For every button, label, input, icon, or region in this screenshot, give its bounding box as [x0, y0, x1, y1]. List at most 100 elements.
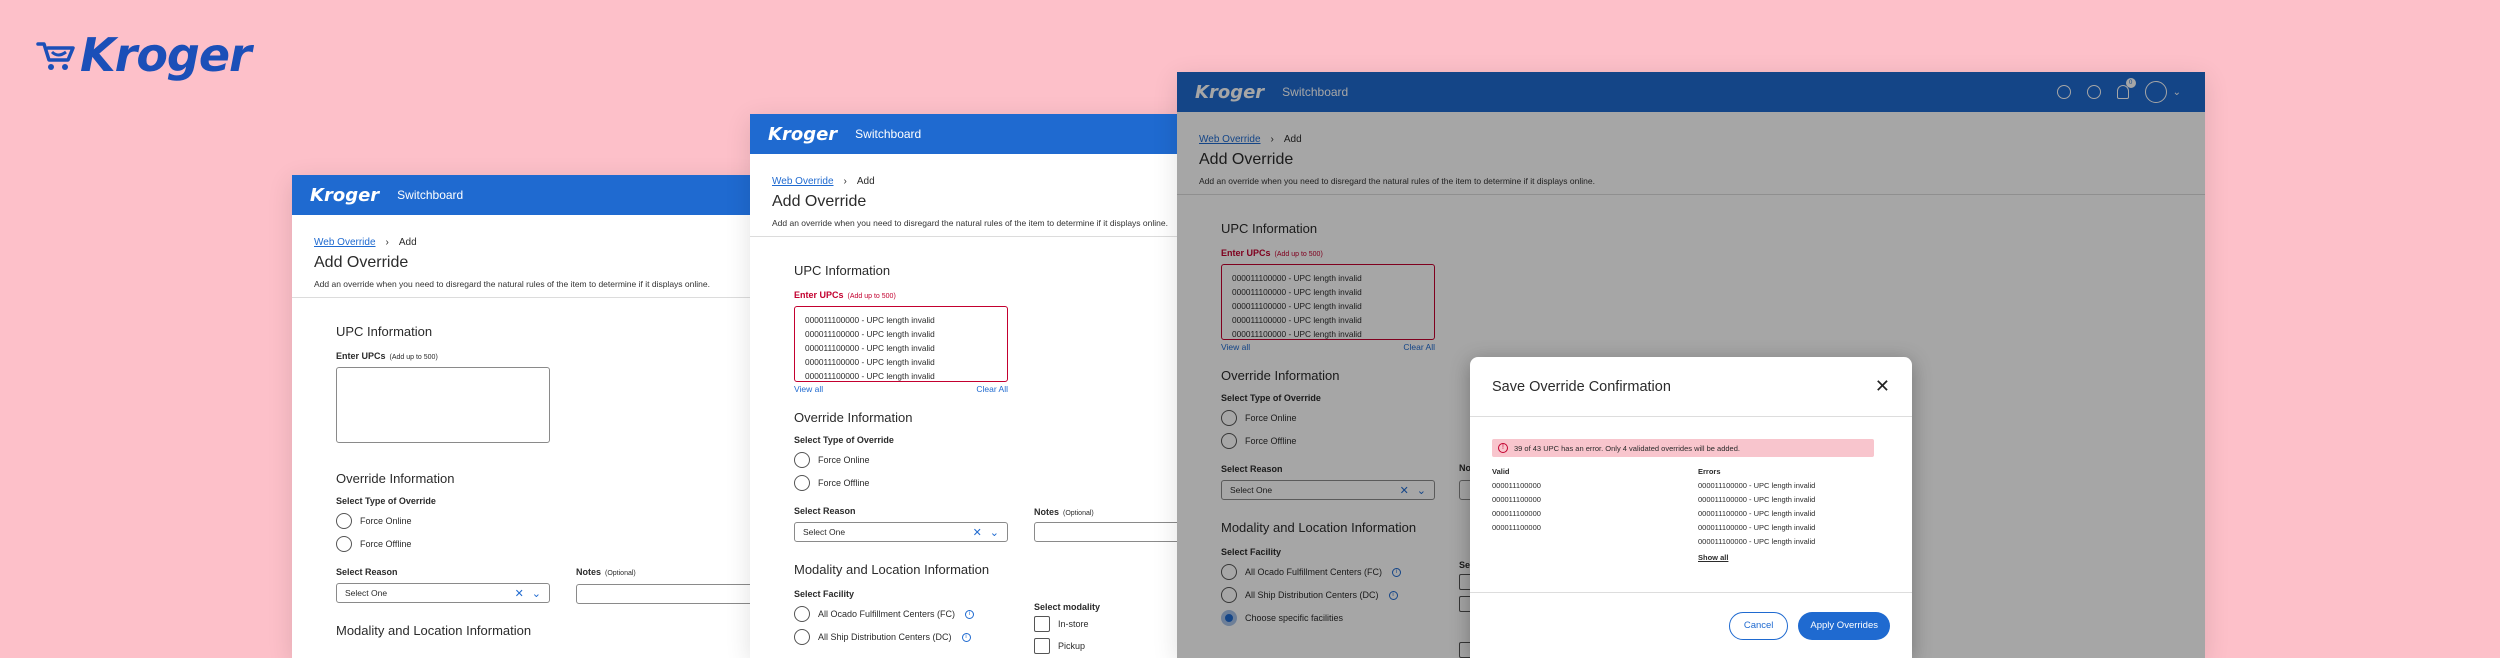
show-all-link[interactable]: Show all — [1698, 551, 1815, 565]
cancel-button[interactable]: Cancel — [1728, 611, 1789, 640]
header-logo: Kroger — [310, 184, 380, 206]
page-description: Add an override when you need to disrega… — [314, 279, 710, 289]
page-description: Add an override when you need to disrega… — [772, 218, 1168, 228]
modal-footer: Cancel Apply Overrides — [1470, 592, 1912, 658]
reason-label: Select Reason — [336, 567, 398, 577]
modality-section-title: Modality and Location Information — [794, 562, 990, 577]
modal-title: Save Override Confirmation — [1492, 378, 1671, 395]
error-alert: ! 39 of 43 UPC has an error. Only 4 vali… — [1492, 439, 1874, 457]
reason-label: Select Reason — [794, 506, 856, 516]
errors-header: Errors — [1698, 467, 1721, 476]
app-header: Kroger Switchboard — [292, 175, 758, 215]
override-section-title: Override Information — [794, 410, 913, 425]
kroger-logo: Kroger — [36, 28, 252, 82]
save-override-modal: Save Override Confirmation ✕ ! 39 of 43 … — [1470, 357, 1912, 658]
info-icon[interactable]: i — [965, 609, 975, 619]
app-header: Kroger Switchboard — [750, 114, 1190, 154]
upc-error-line: 000011100000 - UPC length invalid — [805, 329, 935, 339]
clear-icon[interactable]: ✕ — [973, 526, 982, 539]
upc-error-line: 000011100000 - UPC length invalid — [805, 357, 935, 367]
upc-error-line: 000011100000 - UPC length invalid — [805, 343, 935, 353]
view-all-link[interactable]: View all — [794, 384, 823, 394]
valid-item: 000011100000 — [1492, 495, 1541, 504]
checkbox-icon — [1034, 616, 1050, 632]
radio-ocado[interactable]: All Ocado Fulfillment Centers (FC) i — [794, 605, 1168, 623]
notes-label: Notes (Optional) — [1034, 507, 1094, 517]
override-section-title: Override Information — [336, 471, 455, 486]
alert-text: 39 of 43 UPC has an error. Only 4 valida… — [1514, 443, 1740, 453]
checkbox-icon — [1034, 638, 1050, 654]
chevron-right-icon: › — [385, 237, 389, 248]
error-item: 000011100000 - UPC length invalid — [1698, 509, 1816, 518]
app-title: Switchboard — [397, 188, 464, 202]
valid-item: 000011100000 — [1492, 481, 1541, 490]
upc-label: Enter UPCs (Add up to 500) — [794, 290, 896, 300]
radio-icon — [794, 606, 810, 622]
upc-error-line: 000011100000 - UPC length invalid — [805, 371, 935, 381]
app-title: Switchboard — [855, 127, 922, 141]
error-item: 000011100000 - UPC length invalid — [1698, 495, 1816, 504]
error-item: 000011100000 - UPC length invalid — [1698, 481, 1816, 490]
upc-section-title: UPC Information — [336, 324, 433, 339]
info-icon[interactable]: i — [961, 632, 971, 642]
window-error: Kroger Switchboard Web Override › Add Ad… — [750, 114, 1190, 658]
radio-force-offline[interactable]: Force Offline — [794, 474, 1168, 492]
override-type-label: Select Type of Override — [794, 435, 894, 445]
notes-input[interactable] — [576, 584, 758, 604]
breadcrumb-current: Add — [856, 176, 875, 187]
radio-ship-dc[interactable]: All Ship Distribution Centers (DC) i — [794, 628, 1168, 646]
page-title: Add Override — [314, 254, 409, 271]
breadcrumb: Web Override › Add — [772, 176, 1168, 187]
breadcrumb: Web Override › Add — [314, 237, 736, 248]
errors-column: Errors 000011100000 - UPC length invalid… — [1698, 465, 1815, 565]
upc-error-line: 000011100000 - UPC length invalid — [805, 315, 935, 325]
cart-icon — [36, 42, 75, 70]
override-type-label: Select Type of Override — [336, 496, 436, 506]
upc-actions: View all Clear All — [794, 384, 1008, 394]
upc-section-title: UPC Information — [794, 263, 891, 278]
page-title: Add Override — [772, 193, 867, 210]
radio-icon — [794, 475, 810, 491]
divider — [292, 297, 758, 298]
upc-label: Enter UPCs (Add up to 500) — [336, 351, 438, 361]
checkbox-pickup[interactable]: Pickup — [1034, 638, 1085, 654]
breadcrumb-current: Add — [398, 237, 417, 248]
alert-icon: ! — [1498, 443, 1508, 453]
divider — [750, 236, 1190, 237]
notes-label: Notes (Optional) — [576, 567, 636, 577]
checkbox-in-store[interactable]: In-store — [1034, 616, 1089, 632]
close-icon[interactable]: ✕ — [1875, 376, 1890, 397]
clear-icon[interactable]: ✕ — [515, 587, 524, 600]
error-item: 000011100000 - UPC length invalid — [1698, 537, 1816, 546]
radio-icon — [336, 536, 352, 552]
radio-force-online[interactable]: Force Online — [336, 512, 736, 530]
radio-icon — [794, 629, 810, 645]
reason-select[interactable]: Select One ✕ ⌄ — [794, 522, 1008, 542]
facility-label: Select Facility — [794, 589, 855, 599]
notes-input[interactable] — [1034, 522, 1190, 542]
upc-input[interactable]: 000011100000 - UPC length invalid 000011… — [794, 306, 1008, 382]
valid-item: 000011100000 — [1492, 509, 1541, 518]
valid-header: Valid — [1492, 467, 1510, 476]
window-initial: Kroger Switchboard Web Override › Add Ad… — [292, 175, 758, 658]
reason-select[interactable]: Select One ✕ ⌄ — [336, 583, 550, 603]
logo-text: Kroger — [80, 28, 252, 82]
radio-force-online[interactable]: Force Online — [794, 451, 1168, 469]
radio-icon — [336, 513, 352, 529]
header-logo: Kroger — [768, 123, 838, 145]
valid-item: 000011100000 — [1492, 523, 1541, 532]
valid-column: Valid 000011100000 000011100000 00001110… — [1492, 465, 1698, 565]
chevron-right-icon: › — [843, 176, 847, 187]
modality-label: Select modality — [1034, 602, 1101, 612]
upc-input[interactable] — [336, 367, 550, 443]
error-item: 000011100000 - UPC length invalid — [1698, 523, 1816, 532]
modality-section-title: Modality and Location Information — [336, 623, 532, 638]
apply-overrides-button[interactable]: Apply Overrides — [1798, 611, 1890, 640]
modal-header: Save Override Confirmation ✕ — [1470, 357, 1912, 417]
radio-force-offline[interactable]: Force Offline — [336, 535, 736, 553]
chevron-down-icon: ⌄ — [531, 587, 541, 600]
clear-all-link[interactable]: Clear All — [976, 384, 1008, 394]
breadcrumb-link[interactable]: Web Override — [772, 176, 834, 187]
breadcrumb-link[interactable]: Web Override — [314, 237, 376, 248]
chevron-down-icon: ⌄ — [989, 526, 999, 539]
